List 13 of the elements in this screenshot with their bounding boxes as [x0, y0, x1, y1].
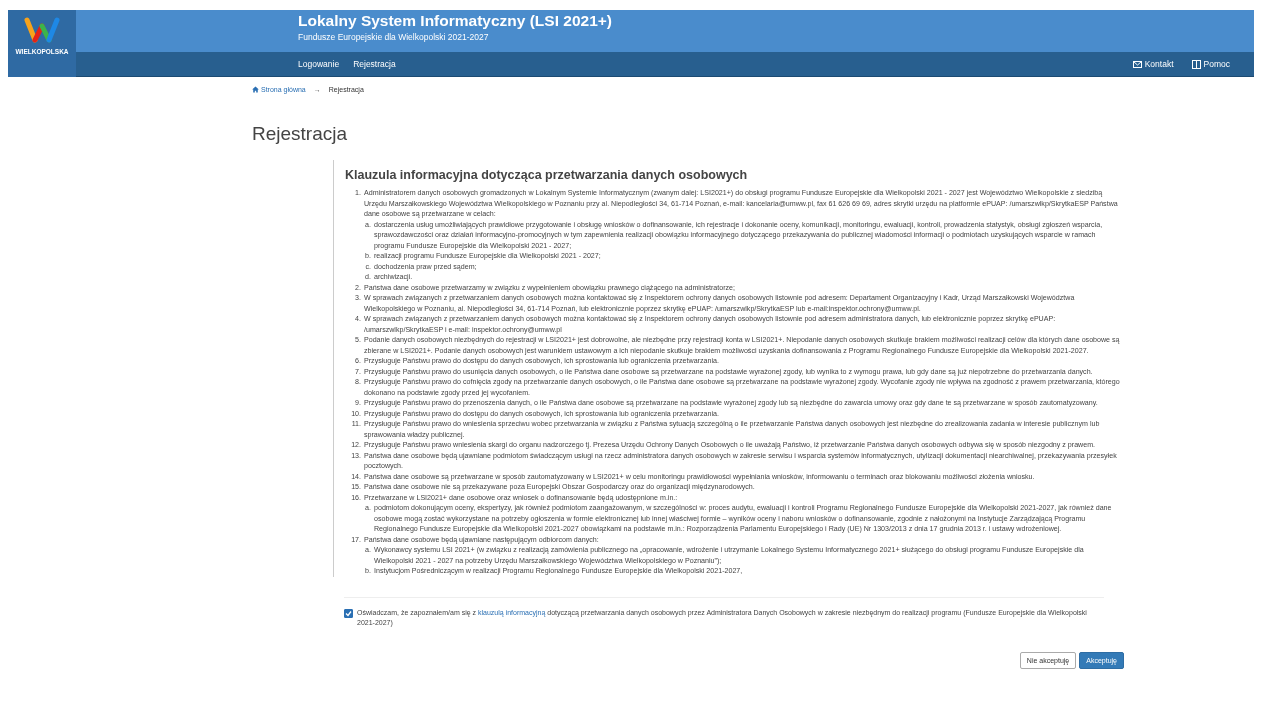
home-icon: [252, 86, 259, 93]
nav-link[interactable]: Rejestracja: [353, 59, 396, 69]
app-subtitle: Fundusze Europejskie dla Wielkopolski 2021-2027: [298, 32, 489, 42]
logo-icon: [24, 16, 60, 44]
page-title: Rejestracja: [252, 123, 349, 145]
app-title: Lokalny System Informatyczny (LSI 2021+): [298, 12, 612, 30]
mail-icon: [1132, 59, 1142, 69]
clause-heading: Klauzula informacyjna dotycząca przetwarzania danych osobowych: [345, 168, 749, 182]
nav-link[interactable]: Logowanie: [298, 59, 340, 69]
book-icon: [1191, 59, 1201, 69]
nav-link[interactable]: Kontakt: [1132, 59, 1174, 69]
consent-checkbox[interactable]: [344, 608, 353, 618]
nav-link[interactable]: Pomoc: [1191, 59, 1230, 69]
